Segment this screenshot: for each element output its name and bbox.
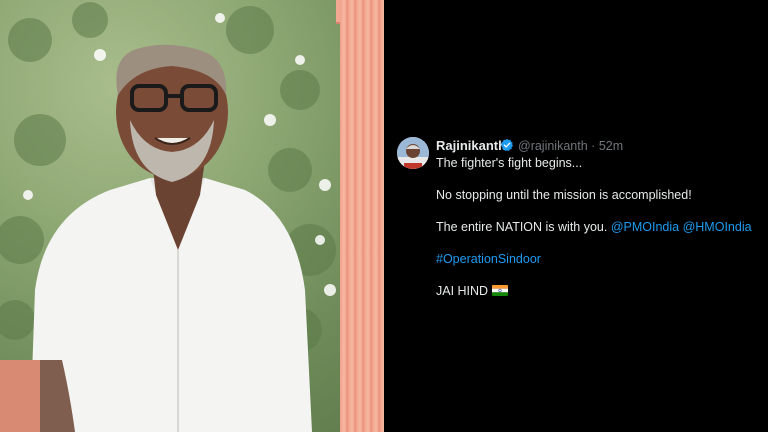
pink-base (0, 360, 40, 432)
tweet-panel (384, 0, 768, 432)
tweet-line-1: The fighter's fight begins... (436, 156, 583, 170)
indian-flag-icon (492, 285, 509, 296)
hashtag-operation-sindoor[interactable]: #OperationSindoor (436, 252, 541, 266)
author-avatar[interactable] (397, 137, 429, 169)
tweet-line-closing: JAI HIND (436, 284, 509, 298)
mention-hmoindia[interactable]: @HMOIndia (683, 220, 752, 234)
closing-text: JAI HIND (436, 284, 489, 298)
tweet-line-2: No stopping until the mission is accompl… (436, 188, 692, 202)
avatar-image (397, 137, 429, 169)
author-handle[interactable]: @rajinikanth (518, 139, 588, 153)
timestamp[interactable]: 52m (599, 139, 623, 153)
author-name[interactable]: Rajinikanth (436, 138, 506, 153)
verified-badge-icon (500, 138, 514, 152)
author-handle-and-time[interactable]: @rajinikanth · 52m (518, 139, 623, 153)
image-stage: Rajinikanth @rajinikanth · 52m The fight… (0, 0, 768, 432)
photo-panel (0, 0, 384, 432)
dot-separator: · (591, 139, 596, 153)
mention-pmoindia[interactable]: @PMOIndia (611, 220, 679, 234)
photo-illustration (0, 2, 336, 432)
tweet-line-3: The entire NATION is with you. @PMOIndia… (436, 220, 752, 234)
pink-pillar (340, 0, 384, 432)
tweet-line-3-text: The entire NATION is with you. (436, 220, 611, 234)
